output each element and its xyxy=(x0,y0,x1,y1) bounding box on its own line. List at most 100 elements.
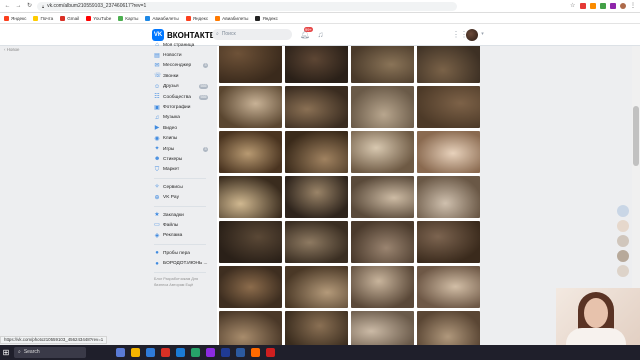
forward-icon[interactable]: → xyxy=(15,3,22,10)
star-icon[interactable]: ☆ xyxy=(570,3,576,9)
bookmark-item[interactable]: Почта xyxy=(33,15,53,21)
sidebar-item[interactable]: ◈ Реклама xyxy=(154,231,210,241)
photo-thumbnail[interactable] xyxy=(219,266,282,308)
app-icon[interactable] xyxy=(161,348,170,357)
photo-thumbnail[interactable] xyxy=(219,46,282,83)
taskbar-search[interactable]: ⌕ Search xyxy=(14,347,86,358)
sidebar-item[interactable]: ☺ Друзья 555 xyxy=(154,82,210,92)
sidebar-item[interactable]: ● БОРОДОТ.ИЮНЬ ... xyxy=(154,258,210,268)
app-icon[interactable] xyxy=(191,348,200,357)
bookmark-item[interactable]: Gmail xyxy=(60,15,80,21)
sidebar-item[interactable]: ⌂ Моя страница xyxy=(154,40,210,50)
sidebar-item[interactable]: ☏ Звонки xyxy=(154,71,210,81)
sidebar-item[interactable]: ✦ Игры 3 xyxy=(154,144,210,154)
profile-icon[interactable] xyxy=(620,3,626,9)
photo-thumbnail[interactable] xyxy=(417,176,480,218)
bookmark-item[interactable]: Карты xyxy=(118,15,138,21)
photo-thumbnail[interactable] xyxy=(285,46,348,83)
photo-thumbnail[interactable] xyxy=(417,131,480,173)
bookmark-item[interactable]: Яндекс xyxy=(185,15,208,21)
chat-avatar[interactable] xyxy=(617,265,629,277)
sidebar-item[interactable]: ▣ Фотографии xyxy=(154,102,210,112)
chevron-down-icon[interactable]: ▾ xyxy=(478,30,487,39)
sidebar-item[interactable]: ● Пробы пера xyxy=(154,248,210,258)
photo-thumbnail[interactable] xyxy=(219,221,282,263)
bookmark-item[interactable]: Яндекс xyxy=(255,15,278,21)
bookmark-item[interactable]: Авиабилеты xyxy=(215,15,248,21)
photo-thumbnail[interactable] xyxy=(417,221,480,263)
photo-thumbnail[interactable] xyxy=(351,266,414,308)
photo-thumbnail[interactable] xyxy=(285,221,348,263)
files-icon: ▭ xyxy=(154,222,160,229)
extension-icon[interactable] xyxy=(580,3,586,9)
reload-icon[interactable]: ↻ xyxy=(26,3,33,10)
avatar[interactable] xyxy=(466,29,478,41)
photo-thumbnail[interactable] xyxy=(285,266,348,308)
footer-links[interactable]: Блог Разработчикам Для бизнеса Авторам Е… xyxy=(154,276,210,288)
extension-icon[interactable] xyxy=(600,3,606,9)
windows-start-icon[interactable]: ⊞ xyxy=(0,345,12,360)
back-icon[interactable]: ← xyxy=(4,3,11,10)
chat-avatar[interactable] xyxy=(617,235,629,247)
chat-avatar[interactable] xyxy=(617,205,629,217)
photo-thumbnail[interactable] xyxy=(285,176,348,218)
sidebar-item[interactable]: ▤ Новости xyxy=(154,50,210,60)
vk-logo-text: ВКОНТАКТЕ xyxy=(167,30,216,40)
photo-thumbnail[interactable] xyxy=(417,46,480,83)
sidebar-item[interactable]: ☷ Сообщества 555 xyxy=(154,92,210,102)
sidebar-item[interactable]: ▶ Видео xyxy=(154,123,210,133)
counter-badge: 3 xyxy=(203,146,208,152)
photo-thumbnail[interactable] xyxy=(351,131,414,173)
music-player-icon[interactable]: ♫ xyxy=(316,30,325,39)
bookmark-label: Gmail xyxy=(67,15,80,21)
app-icon[interactable] xyxy=(236,348,245,357)
sidebar-item[interactable]: ◉ Клипы xyxy=(154,134,210,144)
video-icon: ▶ xyxy=(154,125,160,132)
app-icon[interactable] xyxy=(266,348,275,357)
photo-thumbnail[interactable] xyxy=(417,86,480,128)
photo-thumbnail[interactable] xyxy=(351,176,414,218)
bookmark-item[interactable]: Авиабилеты xyxy=(145,15,179,21)
app-icon[interactable] xyxy=(206,348,215,357)
sidebar-item[interactable]: ⛉ Маркет xyxy=(154,165,210,175)
app-icon[interactable] xyxy=(251,348,260,357)
photo-thumbnail[interactable] xyxy=(417,266,480,308)
photo-thumbnail[interactable] xyxy=(351,221,414,263)
chevron-left-icon[interactable]: ‹ xyxy=(4,47,5,52)
sidebar-item[interactable]: ✉ Мессенджер 3 xyxy=(154,61,210,71)
photo-thumbnail[interactable] xyxy=(351,46,414,83)
photo-thumbnail[interactable] xyxy=(219,86,282,128)
photo-thumbnail[interactable] xyxy=(285,86,348,128)
photo-thumbnail[interactable] xyxy=(219,176,282,218)
sidebar-item[interactable]: ▭ Файлы xyxy=(154,220,210,230)
photo-thumbnail[interactable] xyxy=(351,86,414,128)
chat-avatar[interactable] xyxy=(617,220,629,232)
search-input[interactable]: ⌕ Поиск xyxy=(212,29,292,40)
menu-icon[interactable]: ⋮ xyxy=(630,3,636,9)
app-icon[interactable] xyxy=(146,348,155,357)
app-icon[interactable] xyxy=(176,348,185,357)
scrollbar-thumb[interactable] xyxy=(633,106,639,166)
address-bar[interactable]: 🔒︎ vk.com/album210559103_237460617?rev=1 xyxy=(37,1,457,11)
bookmark-item[interactable]: Яндекс xyxy=(4,15,26,21)
divider xyxy=(154,244,206,246)
sidebar-item[interactable]: ★ Закладки xyxy=(154,210,210,220)
extension-icon[interactable] xyxy=(610,3,616,9)
communities-icon: ☷ xyxy=(154,94,160,101)
app-icon[interactable] xyxy=(116,348,125,357)
bookmark-label: Авиабилеты xyxy=(152,15,179,21)
sidebar-item[interactable]: ☻ Стикеры xyxy=(154,154,210,164)
bookmark-item[interactable]: YouTube xyxy=(86,15,111,21)
stickers-icon: ☻ xyxy=(154,156,161,163)
photo-thumbnail[interactable] xyxy=(285,131,348,173)
app-icon[interactable] xyxy=(131,348,140,357)
sidebar-item[interactable]: ♫ Музыка xyxy=(154,113,210,123)
apps-grid-icon[interactable]: ⋮⋮ xyxy=(452,30,468,39)
sidebar-item[interactable]: ⊕ VK Pay xyxy=(154,192,210,202)
photo-thumbnail[interactable] xyxy=(219,131,282,173)
app-icon[interactable] xyxy=(221,348,230,357)
sidebar-item[interactable]: ✧ Сервисы xyxy=(154,182,210,192)
chat-avatar[interactable] xyxy=(617,250,629,262)
notification-badge: 99+ xyxy=(304,27,313,32)
extension-icon[interactable] xyxy=(590,3,596,9)
